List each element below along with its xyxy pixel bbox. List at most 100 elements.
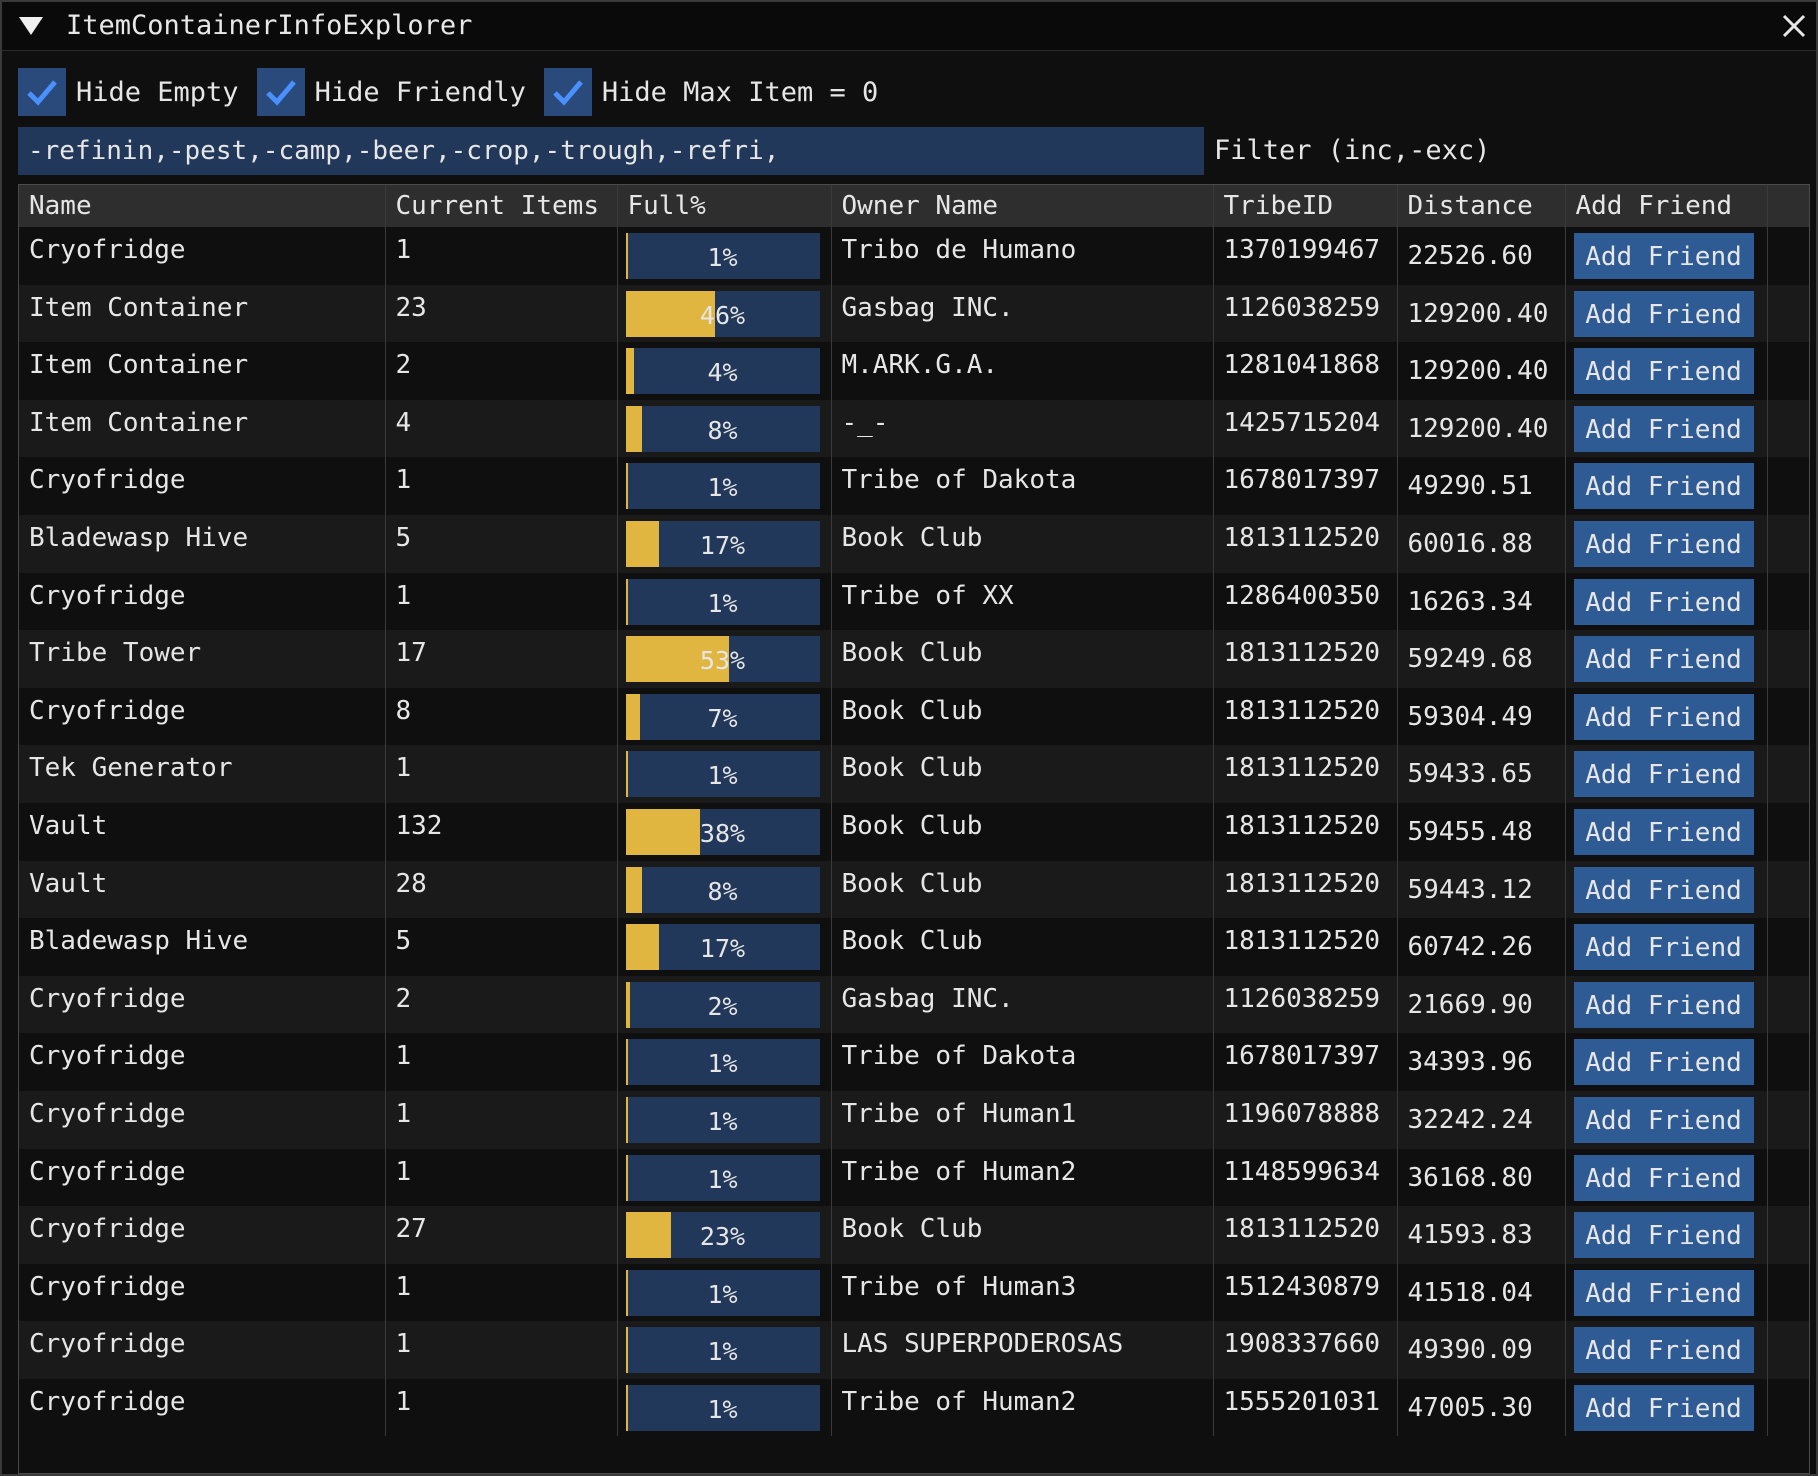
add-friend-button[interactable]: Add Friend bbox=[1573, 1327, 1754, 1374]
progress-bar-text: 8% bbox=[707, 876, 738, 906]
add-friend-button[interactable]: Add Friend bbox=[1573, 348, 1754, 395]
table-row[interactable]: Cryofridge 1 1% Tribe of Human1 1196078888 32… bbox=[19, 1090, 1809, 1149]
cell-tribe-id: 1512430879 bbox=[1213, 1263, 1398, 1322]
cell-add-friend: Add Friend bbox=[1565, 514, 1768, 573]
filter-input[interactable] bbox=[18, 127, 1204, 175]
cell-spacer bbox=[1767, 802, 1809, 861]
column-header-tribe-id[interactable]: TribeID bbox=[1213, 185, 1398, 227]
table-row[interactable]: Bladewasp Hive 5 17% Book Club 1813112520 600… bbox=[19, 514, 1809, 573]
cell-tribe-id: 1813112520 bbox=[1213, 918, 1398, 976]
cell-distance: 41593.83 bbox=[1397, 1206, 1566, 1264]
table-row[interactable]: Item Container 2 4% M.ARK.G.A. 1281041868 129… bbox=[19, 342, 1809, 400]
progress-bar: 53% bbox=[625, 636, 820, 683]
table-row[interactable]: Item Container 23 46% Gasbag INC. 1126038259… bbox=[19, 284, 1809, 343]
hide-max-item-label: Hide Max Item = 0 bbox=[601, 76, 879, 108]
progress-bar: 2% bbox=[625, 981, 820, 1028]
progress-bar: 4% bbox=[625, 348, 820, 395]
table-row[interactable]: Tribe Tower 17 53% Book Club 1813112520 59249… bbox=[19, 630, 1809, 688]
add-friend-button[interactable]: Add Friend bbox=[1573, 1096, 1754, 1143]
hide-friendly-checkbox[interactable]: Hide Friendly bbox=[256, 68, 526, 116]
add-friend-button[interactable]: Add Friend bbox=[1573, 1212, 1754, 1259]
add-friend-button[interactable]: Add Friend bbox=[1573, 1269, 1754, 1316]
checkmark-icon[interactable] bbox=[256, 68, 305, 116]
add-friend-button[interactable]: Add Friend bbox=[1573, 290, 1754, 337]
table-row[interactable]: Vault 132 38% Book Club 1813112520 59455.48 Ad… bbox=[19, 802, 1809, 861]
checkmark-icon[interactable] bbox=[543, 68, 592, 116]
cell-name: Vault bbox=[19, 860, 386, 919]
cell-distance: 60016.88 bbox=[1397, 514, 1566, 573]
table-row[interactable]: Tek Generator 1 1% Book Club 1813112520 59433… bbox=[19, 745, 1809, 803]
column-header-distance[interactable]: Distance bbox=[1397, 185, 1566, 227]
add-friend-button[interactable]: Add Friend bbox=[1573, 1039, 1754, 1086]
table-row[interactable]: Cryofridge 1 1% Tribe of Human3 1512430879 41… bbox=[19, 1263, 1809, 1322]
cell-full-percent: 8% bbox=[617, 399, 832, 458]
add-friend-button[interactable]: Add Friend bbox=[1573, 578, 1754, 625]
collapse-triangle-icon[interactable] bbox=[19, 17, 43, 35]
table-row[interactable]: Vault 28 8% Book Club 1813112520 59443.12 Add … bbox=[19, 860, 1809, 919]
add-friend-button[interactable]: Add Friend bbox=[1573, 405, 1754, 452]
add-friend-button[interactable]: Add Friend bbox=[1573, 636, 1754, 683]
table-row[interactable]: Cryofridge 1 1% LAS SUPERPODEROSAS 190833766… bbox=[19, 1321, 1809, 1379]
add-friend-button[interactable]: Add Friend bbox=[1573, 866, 1754, 913]
table-row[interactable]: Cryofridge 1 1% Tribo de Humano 1370199467 22… bbox=[19, 227, 1809, 285]
cell-name: Tek Generator bbox=[19, 745, 386, 803]
cell-tribe-id: 1281041868 bbox=[1213, 342, 1398, 400]
table-row[interactable]: Bladewasp Hive 5 17% Book Club 1813112520 607… bbox=[19, 918, 1809, 976]
add-friend-button[interactable]: Add Friend bbox=[1573, 693, 1754, 740]
table-row[interactable]: Cryofridge 1 1% Tribe of Dakota 1678017397 49… bbox=[19, 457, 1809, 515]
cell-add-friend: Add Friend bbox=[1565, 227, 1768, 285]
cell-owner-name: Tribo de Humano bbox=[831, 227, 1214, 285]
hide-max-item-checkbox[interactable]: Hide Max Item = 0 bbox=[543, 68, 879, 116]
column-header-add-friend[interactable]: Add Friend bbox=[1565, 185, 1768, 227]
column-header-owner-name[interactable]: Owner Name bbox=[831, 185, 1214, 227]
cell-name: Cryofridge bbox=[19, 687, 386, 746]
table-row[interactable]: Cryofridge 8 7% Book Club 1813112520 59304.49… bbox=[19, 687, 1809, 746]
cell-name: Cryofridge bbox=[19, 227, 386, 285]
cell-distance: 16263.34 bbox=[1397, 572, 1566, 631]
cell-name: Cryofridge bbox=[19, 975, 386, 1034]
table-row[interactable]: Cryofridge 2 2% Gasbag INC. 1126038259 21669.… bbox=[19, 975, 1809, 1034]
hide-empty-checkbox[interactable]: Hide Empty bbox=[18, 68, 239, 116]
cell-owner-name: Gasbag INC. bbox=[831, 284, 1214, 343]
cell-current-items: 1 bbox=[385, 227, 618, 285]
progress-bar: 38% bbox=[625, 808, 820, 855]
table-row[interactable]: Cryofridge 1 1% Tribe of Human2 1148599634 36… bbox=[19, 1148, 1809, 1207]
cell-distance: 47005.30 bbox=[1397, 1378, 1566, 1437]
table-row[interactable]: Cryofridge 27 23% Book Club 1813112520 41593.… bbox=[19, 1206, 1809, 1264]
cell-spacer bbox=[1767, 630, 1809, 688]
add-friend-button[interactable]: Add Friend bbox=[1573, 233, 1754, 279]
table-row[interactable]: Item Container 4 8% -_- 1425715204 129200.40 A… bbox=[19, 399, 1809, 458]
table-row[interactable]: Cryofridge 1 1% Tribe of XX 1286400350 16263.… bbox=[19, 572, 1809, 631]
progress-bar: 46% bbox=[625, 290, 820, 337]
table-row[interactable]: Cryofridge 1 1% Tribe of Human2 1555201031 47… bbox=[19, 1378, 1809, 1437]
cell-add-friend: Add Friend bbox=[1565, 1033, 1768, 1091]
cell-owner-name: Book Club bbox=[831, 687, 1214, 746]
cell-add-friend: Add Friend bbox=[1565, 1263, 1768, 1322]
progress-bar-text: 4% bbox=[707, 358, 738, 388]
options-toolbar: Hide Empty Hide Friendly Hide Max Item =… bbox=[18, 68, 896, 116]
add-friend-button[interactable]: Add Friend bbox=[1573, 1154, 1754, 1201]
column-header-name[interactable]: Name bbox=[19, 185, 386, 227]
cell-full-percent: 4% bbox=[617, 342, 832, 400]
cell-name: Cryofridge bbox=[19, 1090, 386, 1149]
add-friend-button[interactable]: Add Friend bbox=[1573, 808, 1754, 855]
column-header-full-percent[interactable]: Full% bbox=[617, 185, 832, 227]
progress-bar-text: 38% bbox=[699, 818, 746, 848]
cell-spacer bbox=[1767, 918, 1809, 976]
add-friend-button[interactable]: Add Friend bbox=[1573, 520, 1754, 567]
cell-distance: 34393.96 bbox=[1397, 1033, 1566, 1091]
add-friend-button[interactable]: Add Friend bbox=[1573, 463, 1754, 510]
add-friend-button[interactable]: Add Friend bbox=[1573, 751, 1754, 798]
cell-tribe-id: 1425715204 bbox=[1213, 399, 1398, 458]
cell-full-percent: 1% bbox=[617, 1321, 832, 1379]
add-friend-button[interactable]: Add Friend bbox=[1573, 981, 1754, 1028]
cell-current-items: 28 bbox=[385, 860, 618, 919]
cell-add-friend: Add Friend bbox=[1565, 918, 1768, 976]
checkmark-icon[interactable] bbox=[18, 68, 66, 116]
cell-tribe-id: 1555201031 bbox=[1213, 1378, 1398, 1437]
add-friend-button[interactable]: Add Friend bbox=[1573, 1384, 1754, 1431]
add-friend-button[interactable]: Add Friend bbox=[1573, 924, 1754, 971]
table-row[interactable]: Cryofridge 1 1% Tribe of Dakota 1678017397 34… bbox=[19, 1033, 1809, 1091]
close-icon[interactable] bbox=[1778, 10, 1810, 42]
column-header-current-items[interactable]: Current Items bbox=[385, 185, 618, 227]
